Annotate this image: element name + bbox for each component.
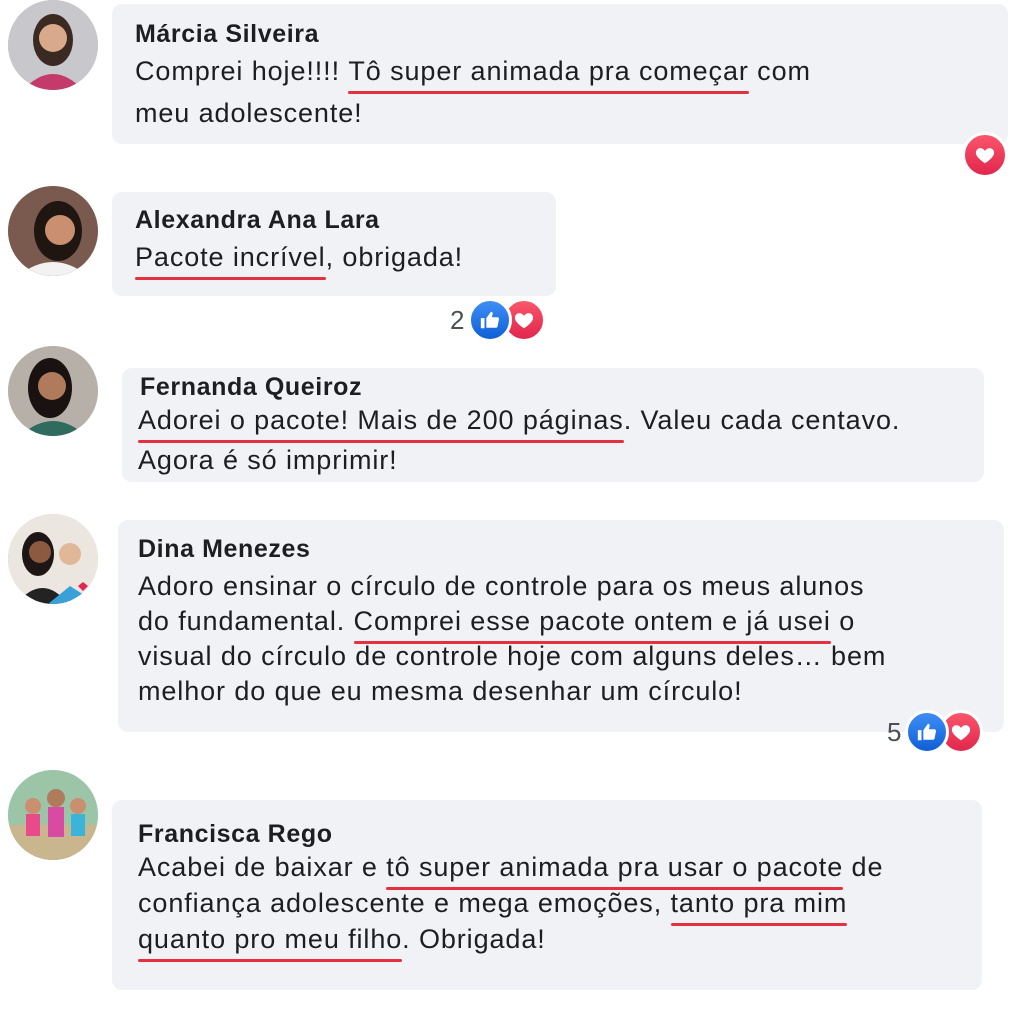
comment-text-line: Comprei hoje!!!! Tô super animada pra co…: [135, 56, 811, 94]
avatar[interactable]: [8, 186, 98, 276]
comment-text-line: Acabei de baixar e tô super animada pra …: [138, 852, 884, 890]
avatar[interactable]: [8, 0, 98, 90]
heart-icon: [515, 313, 534, 329]
comment-text-line: confiança adolescente e mega emoções, ta…: [138, 888, 848, 926]
heart-icon: [975, 148, 995, 164]
comment-text-line: Agora é só imprimir!: [138, 445, 398, 475]
comment-text-line: Pacote incrível, obrigada!: [135, 242, 464, 280]
reaction-count: 5: [887, 716, 902, 747]
love-reaction[interactable]: [962, 132, 1008, 178]
comment-author[interactable]: Fernanda Queiroz: [140, 373, 362, 402]
comment-text-line: visual do círculo de controle hoje com a…: [138, 641, 887, 671]
avatar[interactable]: [8, 514, 98, 604]
thumbs-up-icon: [481, 311, 500, 329]
like-reaction: [468, 298, 513, 342]
highlight-underline: quanto pro meu filho: [138, 924, 403, 962]
reaction-summary[interactable]: 5: [887, 710, 984, 754]
like-reaction: [905, 710, 950, 754]
comment-author[interactable]: Dina Menezes: [138, 535, 311, 564]
comment-author[interactable]: Alexandra Ana Lara: [135, 206, 380, 235]
comment-text-line: melhor do que eu mesma desenhar um círcu…: [138, 676, 743, 706]
highlight-underline: tô super animada pra usar o pacote: [386, 852, 844, 890]
highlight-underline: Pacote incrível: [135, 242, 326, 280]
highlight-underline: Tô super animada pra começar: [348, 56, 750, 94]
avatar[interactable]: [8, 346, 98, 436]
highlight-underline: Comprei esse pacote ontem e já usei: [353, 606, 832, 644]
reaction-count: 2: [450, 304, 465, 335]
comment-text-line: meu adolescente!: [135, 98, 363, 128]
comment-author[interactable]: Francisca Rego: [138, 820, 333, 849]
highlight-underline: Adorei o pacote! Mais de 200 páginas: [138, 405, 624, 443]
heart-icon: [952, 725, 971, 741]
highlight-underline: tanto pra mim: [670, 888, 848, 926]
comment-text-line: quanto pro meu filho. Obrigada!: [138, 924, 546, 962]
thumbs-up-icon: [918, 723, 937, 741]
comment-text-line: do fundamental. Comprei esse pacote onte…: [138, 606, 856, 644]
avatar[interactable]: [8, 770, 98, 860]
reaction-summary[interactable]: 2: [450, 298, 547, 342]
comment-text-line: Adorei o pacote! Mais de 200 páginas. Va…: [138, 405, 901, 443]
comment-author[interactable]: Márcia Silveira: [135, 20, 319, 49]
comment-text-line: Adoro ensinar o círculo de controle para…: [138, 571, 865, 601]
